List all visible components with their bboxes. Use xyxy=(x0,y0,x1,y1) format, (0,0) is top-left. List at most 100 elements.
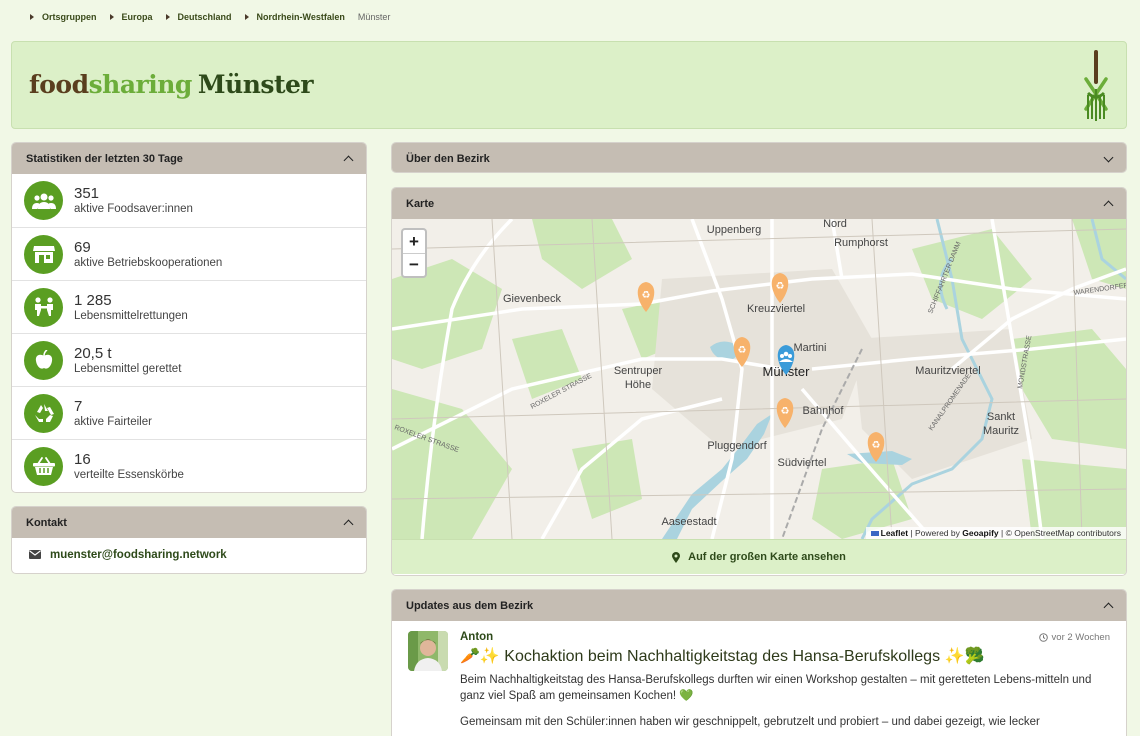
stat-rescued-food: 20,5 t Lebensmittel gerettet xyxy=(12,333,366,386)
breadcrumb-label[interactable]: Europa xyxy=(122,12,153,22)
brand-city: Münster xyxy=(197,70,314,99)
chevron-up-icon[interactable] xyxy=(1104,200,1112,208)
brand-sharing: sharing xyxy=(88,70,193,99)
geoapify-link[interactable]: Geoapify xyxy=(962,528,998,538)
post-time: vor 2 Wochen xyxy=(1038,632,1110,643)
stat-cooperations: 69 aktive Betriebskooperationen xyxy=(12,227,366,280)
envelope-icon xyxy=(29,550,41,559)
panel-title: Statistiken der letzten 30 Tage xyxy=(26,152,183,165)
map-label: Pluggendorf xyxy=(707,440,767,452)
open-big-map-label[interactable]: Auf der großen Karte ansehen xyxy=(688,551,846,563)
stat-rescues: 1 285 Lebensmittelrettungen xyxy=(12,280,366,333)
map-label: Südviertel xyxy=(778,457,827,469)
breadcrumb: Ortsgruppen Europa Deutschland Nordrhein… xyxy=(30,12,403,22)
breadcrumb-item-current: Münster xyxy=(358,12,391,22)
map-label: Aaseestadt xyxy=(661,516,716,528)
map-label: Uppenberg xyxy=(707,224,761,236)
stat-value: 69 xyxy=(74,238,91,256)
triangle-right-icon xyxy=(109,14,114,20)
map-panel: Karte Uppenberg Nord Rumphorst Gievenbec… xyxy=(391,187,1127,576)
updates-panel-header[interactable]: Updates aus dem Bezirk xyxy=(392,590,1126,621)
svg-text:♻: ♻ xyxy=(776,281,785,292)
breadcrumb-item-deutschland[interactable]: Deutschland xyxy=(165,12,232,22)
breadcrumb-label[interactable]: Ortsgruppen xyxy=(42,12,97,22)
stat-value: 351 xyxy=(74,185,100,202)
map-label: Nord xyxy=(823,219,847,230)
post-text: Beim Nachhaltigkeitstag des Hansa-Berufs… xyxy=(460,674,1092,702)
stat-value: 16 xyxy=(74,450,91,468)
stat-label: aktive Foodsaver:innen xyxy=(74,203,193,215)
map-label: Martini xyxy=(793,342,826,354)
breadcrumb-item-ortsgruppen[interactable]: Ortsgruppen xyxy=(30,12,97,22)
flag-icon xyxy=(870,531,879,537)
breadcrumb-label[interactable]: Deutschland xyxy=(178,12,232,22)
basket-icon xyxy=(24,446,63,486)
chevron-up-icon[interactable] xyxy=(1104,602,1112,610)
chevron-up-icon[interactable] xyxy=(344,519,352,527)
chevron-up-icon[interactable] xyxy=(344,155,352,163)
map-label: Höhe xyxy=(625,379,651,391)
panel-title: Updates aus dem Bezirk xyxy=(406,599,534,612)
map-label: Sankt xyxy=(987,411,1015,423)
panel-title: Über den Bezirk xyxy=(406,152,490,165)
map-panel-header[interactable]: Karte xyxy=(392,188,1126,219)
triangle-right-icon xyxy=(165,14,170,20)
zoom-out-button[interactable]: − xyxy=(403,253,425,276)
map-label: Rumphorst xyxy=(834,237,888,249)
about-panel-header[interactable]: Über den Bezirk xyxy=(392,143,1126,172)
breadcrumb-item-nrw[interactable]: Nordrhein-Westfalen xyxy=(244,12,345,22)
post-title: 🥕✨ Kochaktion beim Nachhaltigkeitstag de… xyxy=(460,648,985,665)
breadcrumb-label[interactable]: Nordrhein-Westfalen xyxy=(257,12,345,22)
stat-value: 20,5 t xyxy=(74,344,112,362)
leaflet-link[interactable]: Leaflet xyxy=(881,528,908,538)
post-author[interactable]: Anton xyxy=(460,631,1110,643)
stats-panel-header[interactable]: Statistiken der letzten 30 Tage xyxy=(12,143,366,174)
post-body: Anton 🥕✨ Kochaktion beim Nachhaltigkeits… xyxy=(460,631,1110,730)
svg-text:♻: ♻ xyxy=(642,290,651,301)
stat-label: Lebensmittel gerettet xyxy=(74,362,182,375)
triangle-right-icon xyxy=(30,14,34,20)
breadcrumb-label: Münster xyxy=(357,12,391,22)
attribution-text: | Powered by xyxy=(910,528,960,538)
triangle-right-icon xyxy=(244,14,249,20)
stat-fairteiler: 7 aktive Fairteiler xyxy=(12,386,366,439)
map-label: Mauritz xyxy=(983,425,1019,437)
page-title: foodsharing Münster xyxy=(29,70,314,99)
osm-link[interactable]: | © OpenStreetMap contributors xyxy=(1001,528,1121,538)
post-time-label: vor 2 Wochen xyxy=(1051,632,1110,643)
panel-title: Karte xyxy=(406,197,435,210)
svg-text:♻: ♻ xyxy=(781,406,790,417)
stat-label: Lebensmittelrettungen xyxy=(74,309,188,322)
contact-email-row[interactable]: muenster@foodsharing.network xyxy=(12,538,366,571)
map-label: Sentruper xyxy=(614,365,663,377)
stat-value: 1 285 xyxy=(74,291,112,309)
post-text: Gemeinsam mit den Schüler:innen haben wi… xyxy=(460,716,1040,728)
stat-label: aktive Fairteiler xyxy=(74,415,152,428)
recycle-icon xyxy=(24,393,63,433)
map-pin-icon xyxy=(672,551,681,563)
avatar[interactable] xyxy=(408,631,448,671)
chevron-down-icon[interactable] xyxy=(1104,155,1112,163)
park-area xyxy=(392,389,512,539)
breadcrumb-item-europa[interactable]: Europa xyxy=(109,12,153,22)
stats-list: 351 aktive Foodsaver:innen 69 aktive Betri… xyxy=(12,174,366,492)
map-view[interactable]: Uppenberg Nord Rumphorst Gievenbeck Kreu… xyxy=(392,219,1126,539)
map-label: Bahnhof xyxy=(803,405,845,417)
svg-text:♻: ♻ xyxy=(738,345,747,356)
about-panel: Über den Bezirk xyxy=(391,142,1127,173)
zoom-in-button[interactable]: + xyxy=(403,230,425,253)
park-area xyxy=(532,219,632,289)
open-big-map-button[interactable]: Auf der großen Karte ansehen xyxy=(392,539,1126,574)
apple-icon xyxy=(24,340,63,380)
zoom-control: + − xyxy=(401,228,427,278)
users-icon xyxy=(24,181,63,220)
stats-panel: Statistiken der letzten 30 Tage 351 aktiv… xyxy=(11,142,367,493)
stat-label: aktive Betriebskooperationen xyxy=(74,256,223,269)
contact-email-link[interactable]: muenster@foodsharing.network xyxy=(50,549,227,561)
handshake-icon xyxy=(24,287,63,327)
contact-panel-header[interactable]: Kontakt xyxy=(12,507,366,538)
map-tiles[interactable]: Uppenberg Nord Rumphorst Gievenbeck Kreu… xyxy=(392,219,1126,539)
panel-title: Kontakt xyxy=(26,516,67,529)
region-banner: foodsharing Münster xyxy=(11,41,1127,129)
stat-value: 7 xyxy=(74,397,83,415)
